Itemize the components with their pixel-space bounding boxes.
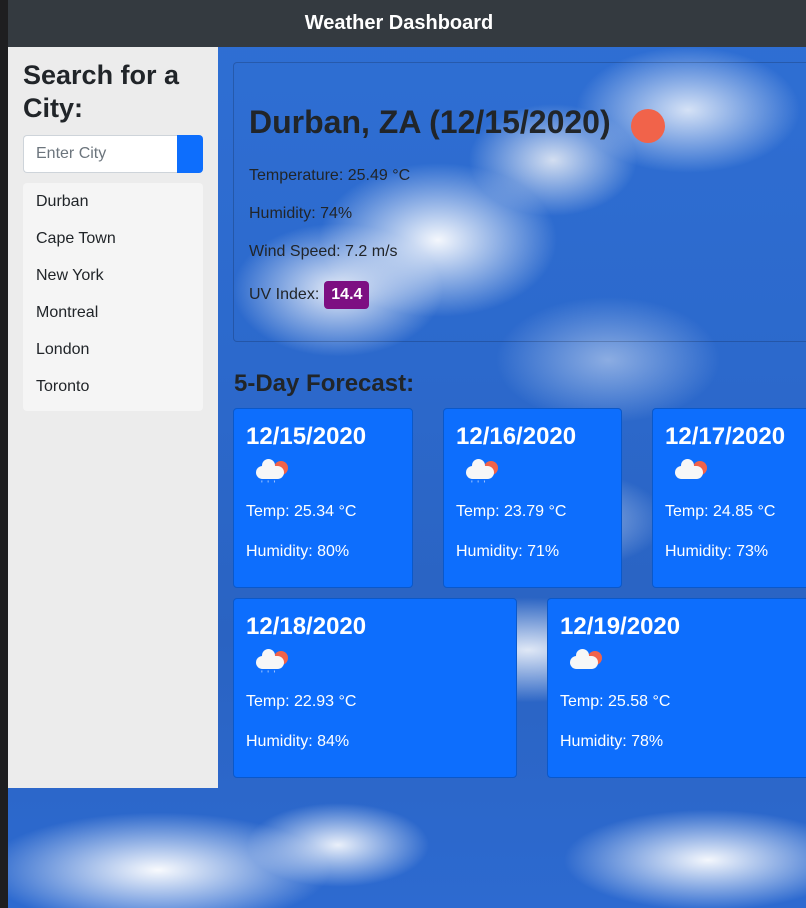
city-item-cape-town[interactable]: Cape Town: [23, 223, 203, 260]
forecast-temp: Temp: 25.34 °C: [246, 503, 357, 520]
search-button[interactable]: [177, 135, 203, 173]
city-item-toronto[interactable]: Toronto: [23, 371, 203, 408]
forecast-temp: Temp: 22.93 °C: [246, 693, 357, 710]
current-temperature: Temperature: 25.49 °C: [249, 167, 411, 184]
forecast-humidity: Humidity: 84%: [246, 733, 350, 750]
navbar: Weather Dashboard: [8, 0, 806, 47]
city-item-london[interactable]: London: [23, 334, 203, 371]
forecast-card: 12/15/2020 ' ' ' Temp: 25.34 °C Humidity…: [233, 408, 413, 588]
uv-index-badge: 14.4: [324, 281, 370, 309]
forecast-date: 12/15/2020: [246, 423, 367, 450]
sidebar: Search for a City: Durban Cape Town New …: [8, 47, 218, 788]
search-row: [23, 135, 203, 173]
city-item-montreal[interactable]: Montreal: [23, 297, 203, 334]
rain-cloud-icon: ' ' ': [466, 459, 500, 491]
city-item-new-york[interactable]: New York: [23, 260, 203, 297]
app-title: Weather Dashboard: [304, 12, 494, 34]
current-city-title: Durban, ZA (12/15/2020): [249, 103, 611, 140]
city-search-input[interactable]: [23, 135, 177, 173]
uv-label: UV Index:: [249, 286, 320, 303]
page: Weather Dashboard Search for a City: Dur…: [8, 0, 806, 908]
forecast-temp: Temp: 23.79 °C: [456, 503, 567, 520]
sun-icon: [630, 109, 665, 143]
partly-cloudy-icon: [570, 649, 604, 681]
forecast-date: 12/19/2020: [560, 613, 681, 640]
partly-cloudy-icon: [675, 459, 709, 491]
forecast-card: 12/18/2020 ' ' ' Temp: 22.93 °C Humidity…: [233, 598, 517, 778]
forecast-humidity: Humidity: 73%: [665, 543, 769, 560]
forecast-date: 12/16/2020: [456, 423, 577, 450]
current-uv-row: UV Index: 14.4: [249, 281, 798, 309]
forecast-date: 12/18/2020: [246, 613, 367, 640]
forecast-card: 12/16/2020 ' ' ' Temp: 23.79 °C Humidity…: [443, 408, 622, 588]
city-history-list: Durban Cape Town New York Montreal Londo…: [23, 183, 203, 411]
rain-cloud-icon: ' ' ': [256, 459, 290, 491]
window-edge: [0, 0, 8, 908]
forecast-humidity: Humidity: 80%: [246, 543, 350, 560]
forecast-humidity: Humidity: 78%: [560, 733, 664, 750]
city-item-durban[interactable]: Durban: [23, 186, 203, 223]
forecast-humidity: Humidity: 71%: [456, 543, 560, 560]
rain-cloud-icon: ' ' ': [256, 649, 290, 681]
search-heading: Search for a City:: [23, 60, 180, 123]
forecast-date: 12/17/2020: [665, 423, 786, 450]
forecast-card: 12/17/2020 Temp: 24.85 °C Humidity: 73%: [652, 408, 806, 588]
current-weather-card: Durban, ZA (12/15/2020) Temperature: 25.…: [233, 62, 806, 342]
forecast-card: 12/19/2020 Temp: 25.58 °C Humidity: 78%: [547, 598, 806, 778]
forecast-temp: Temp: 24.85 °C: [665, 503, 776, 520]
current-title-row: Durban, ZA (12/15/2020): [249, 101, 798, 143]
forecast-temp: Temp: 25.58 °C: [560, 693, 671, 710]
current-humidity: Humidity: 74%: [249, 205, 353, 222]
current-wind-speed: Wind Speed: 7.2 m/s: [249, 243, 398, 260]
forecast-heading: 5-Day Forecast:: [234, 370, 415, 397]
